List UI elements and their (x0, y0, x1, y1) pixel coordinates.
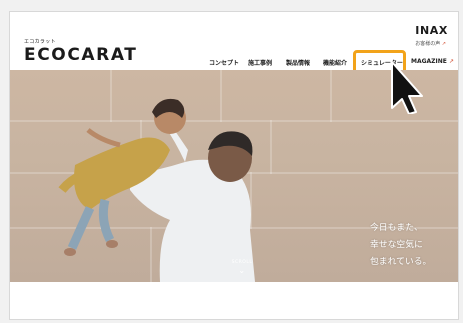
nav-item-products[interactable]: 製品情報 (286, 58, 310, 67)
nav-item-concept[interactable]: コンセプト (209, 58, 239, 67)
page-content-area (10, 282, 458, 319)
inax-logo[interactable]: INAX (415, 24, 448, 37)
utility-link[interactable]: お客様の声 ↗ (415, 40, 446, 47)
ecocarat-logo[interactable]: ECOCARAT (24, 45, 138, 65)
hero-copy-line: 包まれている。 (370, 257, 432, 267)
utility-label: お客様の声 (415, 41, 441, 47)
scroll-label: SCROLL (231, 260, 253, 265)
external-link-icon: ↗ (448, 58, 455, 65)
mouse-cursor-arrow-icon (391, 61, 423, 114)
scroll-indicator[interactable]: SCROLL ⌄ (227, 260, 257, 275)
chevron-down-icon: ⌄ (238, 266, 246, 275)
hero-copy-line: 幸せな空気に (370, 240, 423, 250)
screenshot-frame: エコカラット ECOCARAT INAX お客様の声 ↗ コンセプト 施工事例 … (0, 0, 463, 323)
hero-copy: 今日もまた、 幸せな空気に 包まれている。 (370, 220, 450, 271)
external-link-icon: ↗ (441, 41, 446, 47)
brand-kana: エコカラット (24, 39, 56, 45)
browser-page: エコカラット ECOCARAT INAX お客様の声 ↗ コンセプト 施工事例 … (9, 11, 459, 320)
hero-copy-line: 今日もまた、 (370, 223, 423, 233)
nav-item-works[interactable]: 施工事例 (248, 58, 272, 67)
nav-item-features[interactable]: 機能紹介 (323, 58, 347, 67)
